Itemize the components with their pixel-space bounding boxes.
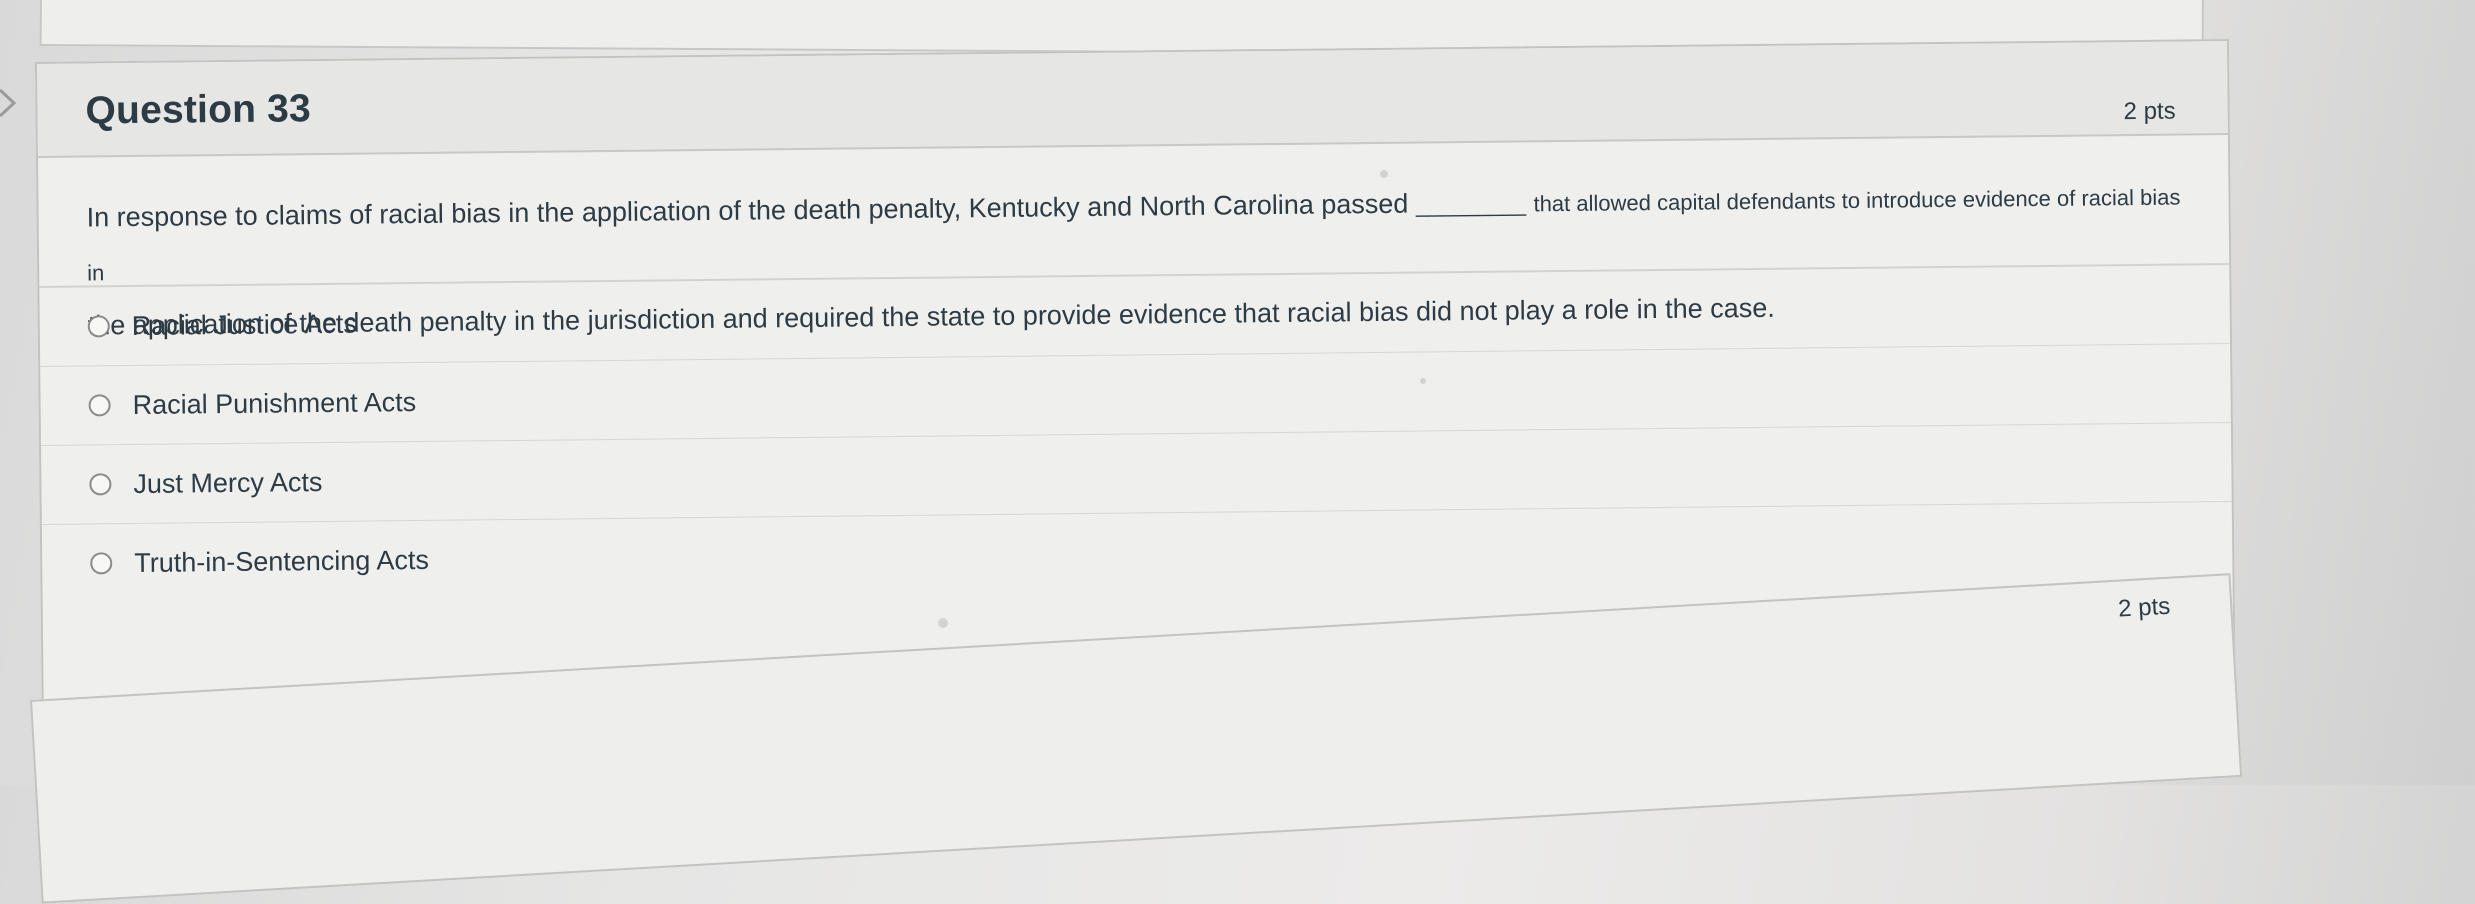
screen-speck xyxy=(1380,170,1388,178)
radio-unchecked-icon[interactable] xyxy=(88,394,111,417)
radio-unchecked-icon[interactable] xyxy=(90,552,113,575)
chevron-right-icon[interactable] xyxy=(0,86,20,120)
question-header: Question 33 2 pts xyxy=(37,41,2228,158)
next-question-points: 2 pts xyxy=(2117,592,2171,623)
answer-label[interactable]: Truth-in-Sentencing Acts xyxy=(134,544,429,578)
radio-unchecked-icon[interactable] xyxy=(89,473,112,496)
answer-label[interactable]: Racial Justice Acts xyxy=(132,308,357,341)
question-blank: _________ xyxy=(1415,191,1527,218)
answer-label[interactable]: Racial Punishment Acts xyxy=(132,387,416,421)
question-points: 2 pts xyxy=(2123,97,2176,126)
answer-label[interactable]: Just Mercy Acts xyxy=(133,467,322,500)
question-text-main: In response to claims of racial bias in … xyxy=(86,188,1409,233)
answer-list: Racial Justice Acts Racial Punishment Ac… xyxy=(39,263,2233,603)
radio-unchecked-icon[interactable] xyxy=(87,315,110,338)
screen-speck xyxy=(938,618,948,628)
question-title: Question 33 xyxy=(85,87,312,133)
screen-speck xyxy=(1420,378,1426,384)
